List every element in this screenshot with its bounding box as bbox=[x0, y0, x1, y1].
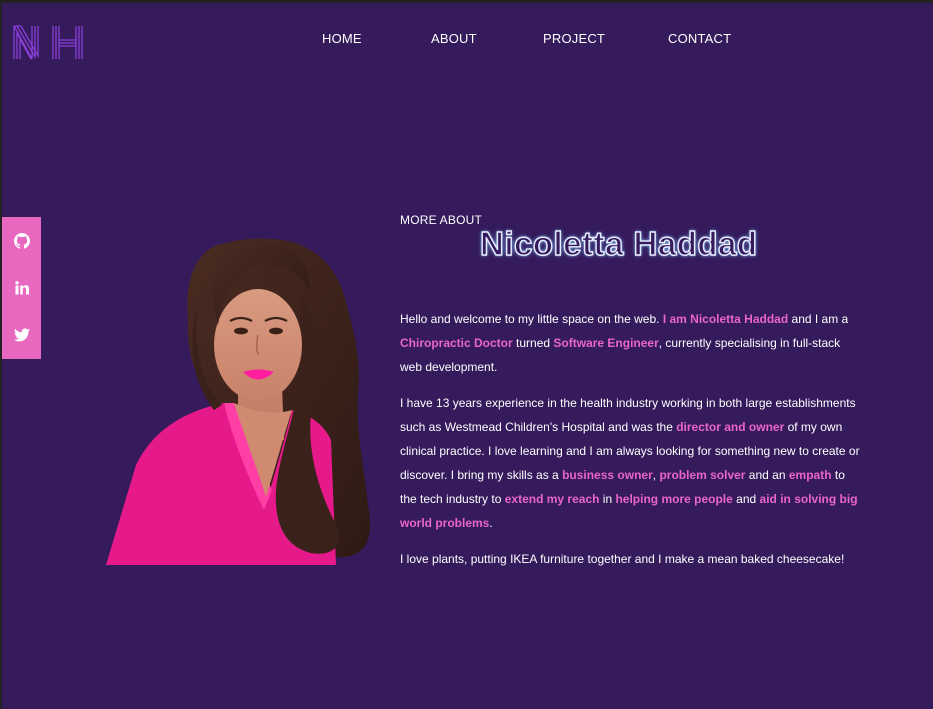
highlight-text: extend my reach bbox=[504, 492, 600, 506]
highlight-text: director and owner bbox=[676, 420, 785, 434]
twitter-icon bbox=[13, 328, 30, 342]
linkedin-link[interactable] bbox=[2, 278, 41, 298]
body-text: in bbox=[599, 492, 616, 506]
bio-paragraph-2: I have 13 years experience in the health… bbox=[400, 391, 862, 535]
profile-photo bbox=[106, 238, 371, 565]
highlight-text: empath bbox=[788, 468, 832, 482]
face bbox=[214, 289, 302, 401]
linkedin-icon bbox=[14, 281, 29, 295]
about-name-heading: Nicoletta Haddad bbox=[479, 224, 758, 262]
body-text: and bbox=[732, 492, 760, 506]
highlight-text: Chiropractic Doctor bbox=[400, 336, 513, 350]
nav-contact-link[interactable]: CONTACT bbox=[668, 31, 731, 46]
highlight-text: I am Nicoletta Haddad bbox=[662, 312, 789, 326]
body-text: I love plants, putting IKEA furniture to… bbox=[400, 552, 845, 566]
main-nav: HOME ABOUT PROJECT CONTACT bbox=[2, 31, 933, 51]
body-text: and I am a bbox=[788, 312, 849, 326]
body-text: turned bbox=[512, 336, 554, 350]
bio-paragraph-1: Hello and welcome to my little space on … bbox=[400, 307, 862, 379]
highlight-text: Software Engineer bbox=[553, 336, 659, 350]
left-eye bbox=[234, 327, 248, 335]
bio-paragraph-3: I love plants, putting IKEA furniture to… bbox=[400, 547, 862, 571]
twitter-link[interactable] bbox=[2, 325, 41, 345]
github-link[interactable] bbox=[2, 231, 41, 251]
github-icon bbox=[13, 233, 30, 249]
page: HOME ABOUT PROJECT CONTACT MORE ABOUT Ni… bbox=[0, 0, 933, 709]
about-bio: Hello and welcome to my little space on … bbox=[400, 307, 862, 583]
highlight-text: problem solver bbox=[659, 468, 746, 482]
body-text: . bbox=[489, 516, 493, 530]
body-text: and an bbox=[745, 468, 789, 482]
about-kicker: MORE ABOUT bbox=[400, 213, 483, 227]
nav-project-link[interactable]: PROJECT bbox=[543, 31, 605, 46]
highlight-text: business owner bbox=[562, 468, 653, 482]
nav-home-link[interactable]: HOME bbox=[322, 31, 362, 46]
right-eye bbox=[269, 327, 283, 335]
social-sidebar bbox=[2, 217, 41, 359]
nav-about-link[interactable]: ABOUT bbox=[431, 31, 477, 46]
highlight-text: helping more people bbox=[615, 492, 733, 506]
body-text: Hello and welcome to my little space on … bbox=[400, 312, 663, 326]
